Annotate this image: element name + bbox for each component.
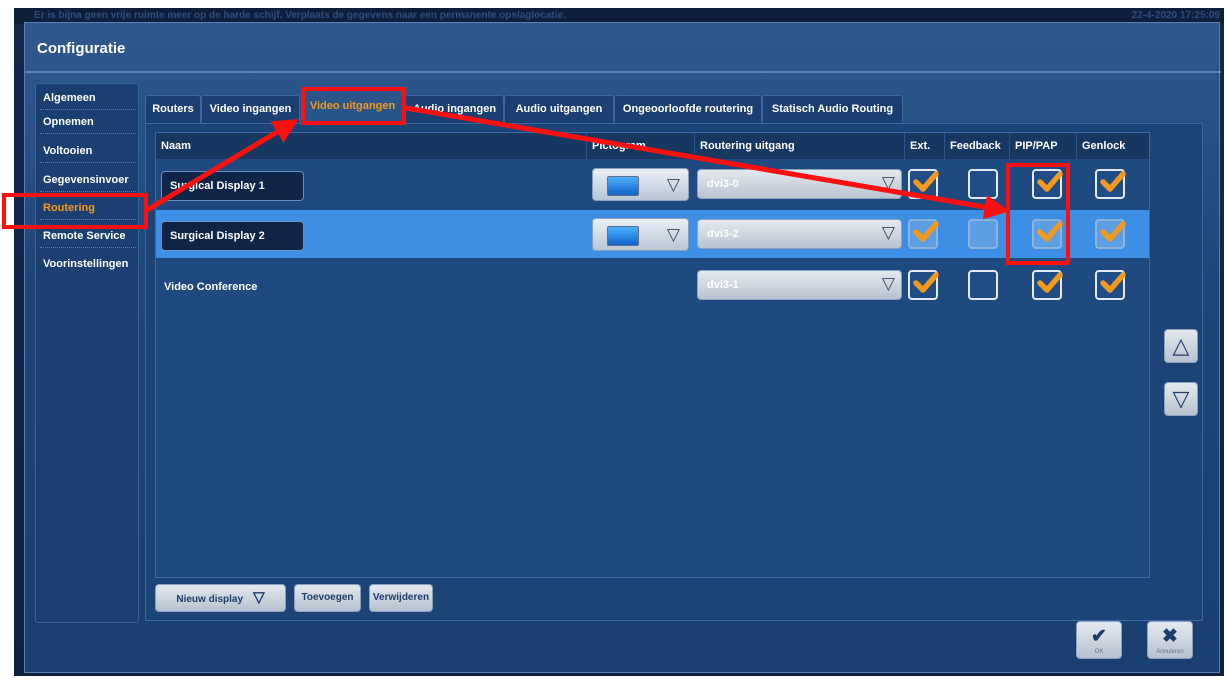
sidebar-item-algemeen[interactable]: Algemeen [40, 86, 136, 110]
triangle-down-icon: ▽ [1172, 386, 1190, 411]
new-display-label: Nieuw display [176, 594, 244, 605]
checkmark-icon [913, 171, 939, 192]
ext-checkbox[interactable] [908, 270, 939, 300]
ok-button[interactable]: ✔ OK [1076, 621, 1122, 659]
table-row-selected[interactable]: Surgical Display 2 ▽ dvi3-2 ▽ [156, 210, 1149, 258]
column-header-feedback: Feedback [945, 133, 1010, 159]
routing-output-dropdown[interactable]: dvi3-1 ▽ [697, 270, 902, 300]
sidebar-item-voorinstellingen[interactable]: Voorinstellingen [40, 252, 136, 276]
monitor-icon [607, 226, 639, 246]
genlock-checkbox[interactable] [1095, 219, 1126, 249]
genlock-checkbox[interactable] [1095, 270, 1126, 300]
check-icon: ✔ [1091, 626, 1107, 647]
display-name-field[interactable]: Surgical Display 1 [161, 171, 304, 201]
routing-output-dropdown[interactable]: dvi3-2 ▽ [697, 219, 902, 249]
feedback-checkbox[interactable] [968, 270, 998, 300]
tab-statisch-audio-routing[interactable]: Statisch Audio Routing [762, 95, 903, 123]
column-header-naam: Naam [156, 133, 587, 159]
highlight-routering [2, 193, 148, 229]
checkmark-icon [1100, 171, 1126, 192]
chevron-down-icon: ▽ [881, 223, 895, 242]
routing-output-value: dvi3-2 [707, 228, 739, 240]
monitor-icon [607, 176, 639, 196]
title-divider [25, 71, 1221, 73]
pictogram-dropdown[interactable]: ▽ [592, 168, 689, 201]
tab-audio-ingangen[interactable]: Audio ingangen [405, 95, 504, 123]
dialog-title: Configuratie [37, 40, 126, 57]
column-header-routering-uitgang: Routering uitgang [695, 133, 905, 159]
highlight-pip-pap-column [1006, 163, 1070, 265]
configuration-dialog: Configuratie Algemeen Opnemen Voltooien … [24, 22, 1221, 673]
column-header-pip-pap: PIP/PAP [1010, 133, 1077, 159]
tab-ongeoorloofde-routering[interactable]: Ongeoorloofde routering [614, 95, 762, 123]
chevron-down-icon: ▽ [666, 225, 680, 244]
checkmark-icon [913, 272, 939, 293]
sidebar-item-voltooien[interactable]: Voltooien [40, 139, 136, 163]
chevron-down-icon: ▽ [881, 274, 895, 293]
table-row[interactable]: Video Conference dvi3-1 ▽ [156, 261, 1149, 309]
close-icon: ✖ [1162, 626, 1178, 647]
checkmark-icon [1100, 221, 1126, 242]
new-display-dropdown[interactable]: Nieuw display ▽ [155, 584, 286, 612]
scroll-up-button[interactable]: △ [1164, 329, 1198, 363]
table-header: Naam Pictogram Routering uitgang Ext. Fe… [156, 133, 1149, 159]
checkmark-icon [1037, 272, 1063, 293]
tab-routers[interactable]: Routers [145, 95, 201, 123]
table-row[interactable]: Surgical Display 1 ▽ dvi3-0 ▽ [156, 160, 1149, 208]
chevron-down-icon: ▽ [666, 175, 680, 194]
tab-audio-uitgangen[interactable]: Audio uitgangen [504, 95, 614, 123]
checkmark-icon [913, 221, 939, 242]
sidebar-nav: Algemeen Opnemen Voltooien Gegevensinvoe… [35, 83, 139, 623]
pip-pap-checkbox[interactable] [1032, 270, 1063, 300]
feedback-checkbox[interactable] [968, 169, 998, 199]
remove-button[interactable]: Verwijderen [369, 584, 433, 612]
routing-output-value: dvi3-1 [707, 279, 739, 291]
triangle-up-icon: △ [1172, 333, 1190, 358]
column-header-genlock: Genlock [1082, 140, 1126, 152]
cancel-button[interactable]: ✖ Annuleren [1147, 621, 1193, 659]
ok-label: OK [1094, 649, 1104, 655]
video-outputs-table: Naam Pictogram Routering uitgang Ext. Fe… [155, 132, 1150, 578]
ext-checkbox[interactable] [908, 219, 939, 249]
routing-output-dropdown[interactable]: dvi3-0 ▽ [697, 169, 902, 199]
chevron-down-icon: ▽ [253, 589, 265, 606]
sidebar-item-gegevensinvoer[interactable]: Gegevensinvoer [40, 168, 136, 192]
add-button[interactable]: Toevoegen [294, 584, 361, 612]
checkmark-icon [1100, 272, 1126, 293]
ext-checkbox[interactable] [908, 169, 939, 199]
highlight-video-uitgangen-tab [301, 87, 406, 125]
pictogram-dropdown[interactable]: ▽ [592, 218, 689, 251]
feedback-checkbox[interactable] [968, 219, 998, 249]
scroll-down-button[interactable]: ▽ [1164, 382, 1198, 416]
routing-output-value: dvi3-0 [707, 178, 739, 190]
column-header-pictogram: Pictogram [587, 133, 695, 159]
sidebar-item-opnemen[interactable]: Opnemen [40, 110, 136, 134]
screen: Er is bijna geen vrije ruimte meer op de… [14, 8, 1224, 676]
cancel-label: Annuleren [1156, 649, 1184, 655]
display-name-label: Video Conference [164, 281, 258, 293]
genlock-checkbox[interactable] [1095, 169, 1126, 199]
display-name-field[interactable]: Surgical Display 2 [161, 221, 304, 251]
chevron-down-icon: ▽ [881, 173, 895, 192]
tab-video-ingangen[interactable]: Video ingangen [201, 95, 300, 123]
column-header-ext: Ext. [905, 133, 945, 159]
